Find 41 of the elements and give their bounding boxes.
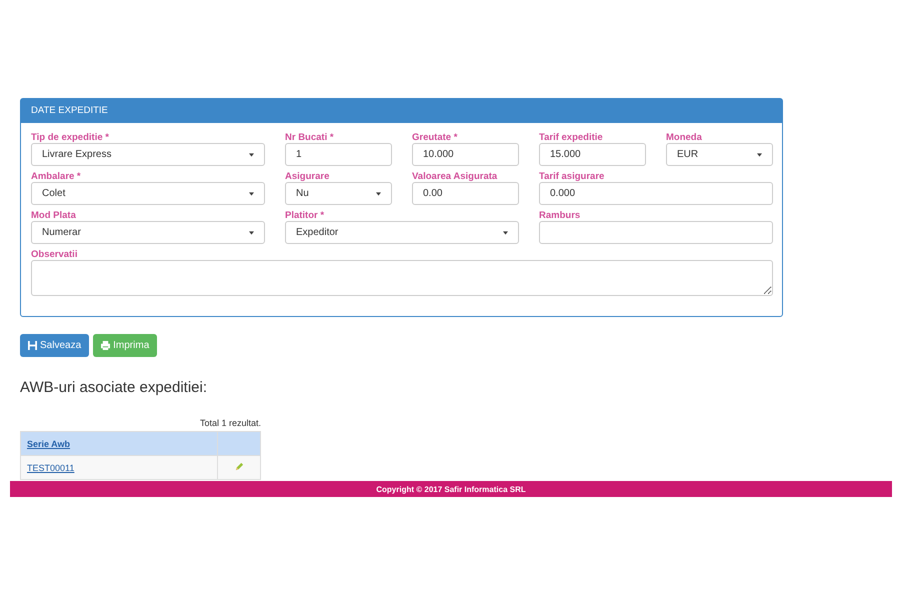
input-field[interactable]: 1 [285,143,392,166]
section-title: AWB-uri asociate expeditiei: [20,379,208,396]
input-field[interactable]: 0.00 [412,182,519,205]
select-field[interactable]: Nu [285,182,392,205]
caret-icon [757,152,762,156]
caret-icon [376,192,381,196]
caret-icon [249,152,254,156]
field-label: Ramburs [539,210,582,221]
input-field[interactable]: 10.000 [412,143,519,166]
field-label: Moneda [666,132,703,143]
select-field[interactable]: Expeditor [285,221,519,244]
field-label: Platitor * [285,210,326,221]
field-label: Tarif asigurare [539,171,606,182]
field-label: Tip de expeditie * [31,132,110,143]
field-label: Observatii [31,249,78,260]
field-label: Valoarea Asigurata [412,171,498,182]
result-count: Total 1 rezultat. [198,418,261,430]
select-field[interactable]: Colet [31,182,265,205]
select-field[interactable]: Numerar [31,221,265,244]
caret-icon [503,230,508,234]
footer-bar: Copyright © 2017 Safir Informatica SRL [10,481,892,497]
select-field[interactable]: EUR [666,143,773,166]
save-button[interactable]: Salveaza [20,334,90,357]
field-label: Greutate * [412,132,458,143]
field-label: Nr Bucati * [285,132,335,143]
field-label: Asigurare [285,171,330,182]
field-label: Ambalare * [31,171,82,182]
input-field[interactable] [539,221,773,244]
input-field[interactable]: 0.000 [539,182,773,205]
pencil-icon[interactable] [234,462,244,471]
printer-icon [101,341,110,350]
input-field[interactable]: 15.000 [539,143,646,166]
sort-link[interactable]: Serie Awb [27,438,70,448]
caret-icon [249,192,254,196]
text-area[interactable] [31,260,773,296]
awb-link[interactable]: TEST00011 [27,462,74,472]
panel-title: DATE EXPEDITIE [21,99,782,123]
field-label: Mod Plata [31,210,77,221]
select-field[interactable]: Livrare Express [31,143,265,166]
caret-icon [249,230,254,234]
field-label: Tarif expeditie [539,132,604,143]
